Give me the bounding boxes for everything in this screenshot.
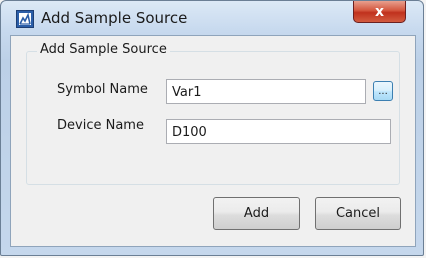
device-name-label: Device Name — [57, 118, 144, 133]
cancel-button[interactable]: Cancel — [315, 197, 401, 230]
close-icon: x — [374, 3, 385, 20]
close-button[interactable]: x — [353, 1, 406, 23]
title-bar[interactable]: Add Sample Source x — [1, 1, 423, 35]
dialog-window: Add Sample Source x Add Sample Source Sy… — [0, 0, 424, 256]
dialog-content: Add Sample Source Symbol Name Var1 ... D… — [10, 35, 416, 247]
window-title: Add Sample Source — [41, 9, 188, 27]
symbol-name-input[interactable]: Var1 — [166, 79, 366, 104]
window-app-icon — [16, 10, 34, 28]
add-button[interactable]: Add — [213, 197, 300, 230]
device-name-input[interactable]: D100 — [166, 119, 391, 144]
group-legend: Add Sample Source — [37, 42, 170, 57]
symbol-name-label: Symbol Name — [57, 82, 148, 97]
sample-source-group: Add Sample Source Symbol Name Var1 ... D… — [26, 42, 400, 185]
browse-symbol-button[interactable]: ... — [373, 81, 393, 101]
